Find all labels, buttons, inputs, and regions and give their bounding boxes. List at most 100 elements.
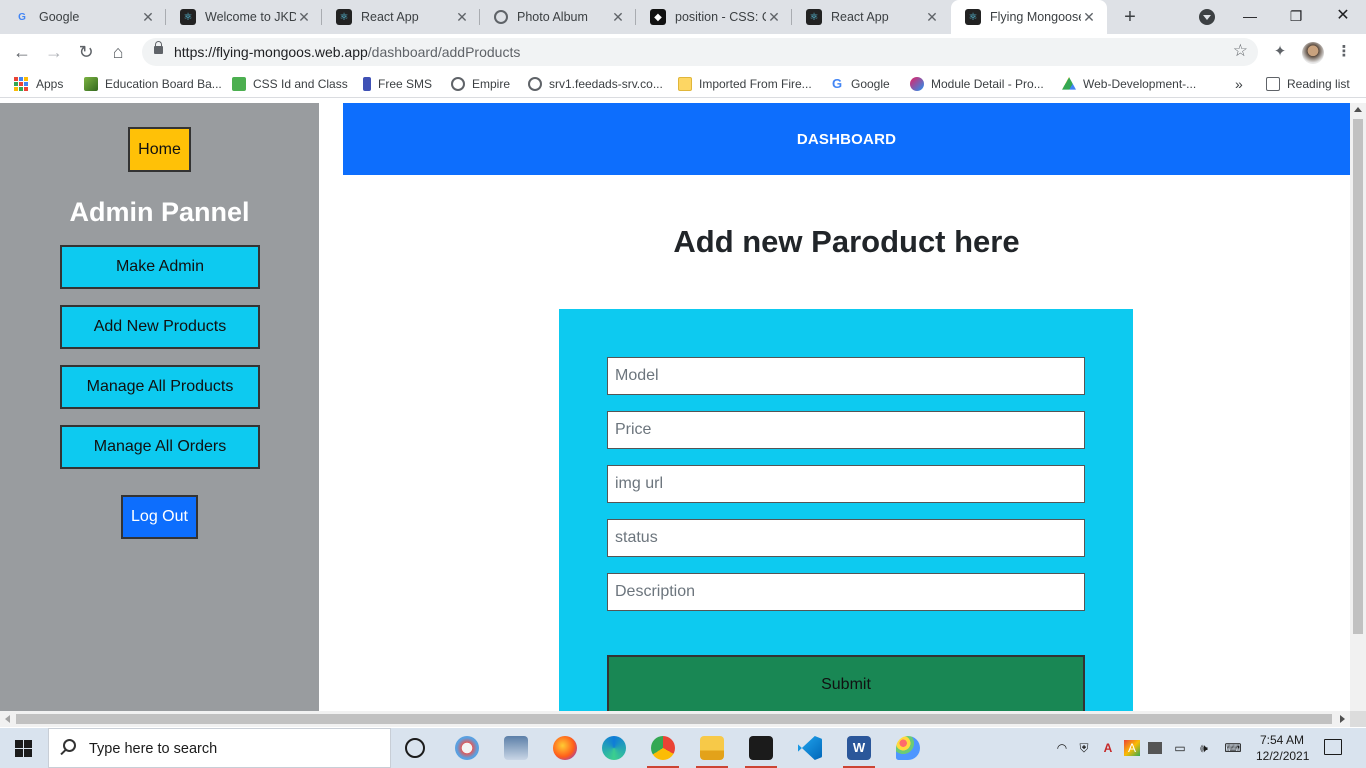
close-icon[interactable]: ✕ — [766, 9, 782, 26]
bookmark-folder[interactable]: Imported From Fire... — [678, 75, 812, 93]
manage-all-products-button[interactable]: Manage All Products — [60, 365, 260, 409]
avatar[interactable] — [1302, 42, 1324, 64]
browser-tab[interactable]: G Google ✕ — [0, 0, 166, 34]
back-icon[interactable]: ← — [8, 38, 36, 66]
close-icon[interactable]: ✕ — [296, 9, 312, 26]
scroll-right-icon[interactable] — [1340, 715, 1345, 723]
search-icon — [63, 739, 76, 752]
task-view-icon[interactable] — [405, 738, 425, 758]
google-drive-icon — [1062, 77, 1076, 90]
scroll-left-icon[interactable] — [5, 715, 10, 723]
network-app-icon[interactable] — [504, 736, 528, 760]
vscode-icon[interactable] — [798, 736, 822, 760]
globe-icon — [528, 77, 542, 91]
codepen-icon: ◆ — [650, 9, 666, 25]
restore-button[interactable]: ❐ — [1273, 0, 1319, 34]
price-input[interactable] — [607, 411, 1085, 449]
page-viewport: Home Admin Pannel Make Admin Add New Pro… — [0, 103, 1350, 711]
scrollbar-thumb[interactable] — [1353, 119, 1363, 634]
globe-icon — [494, 10, 508, 24]
img-url-input[interactable] — [607, 465, 1085, 503]
system-clock[interactable]: 7:54 AM 12/2/2021 — [1256, 732, 1309, 764]
react-icon: ⚛ — [336, 9, 352, 25]
browser-tab-active[interactable]: ⚛ Flying Mongoose ✕ — [951, 0, 1107, 34]
chrome-icon[interactable] — [647, 736, 679, 768]
close-window-button[interactable]: ✕ — [1320, 0, 1366, 34]
menu-kebab-icon[interactable]: ⋮ — [1334, 42, 1354, 62]
scroll-up-icon[interactable] — [1354, 107, 1362, 112]
react-icon: ⚛ — [806, 9, 822, 25]
bookmark-item[interactable]: Education Board Ba... — [84, 75, 222, 93]
bookmark-apps[interactable]: Apps — [14, 75, 63, 93]
status-input[interactable] — [607, 519, 1085, 557]
close-icon[interactable]: ✕ — [140, 9, 156, 26]
edge-icon[interactable] — [602, 736, 626, 760]
add-new-products-button[interactable]: Add New Products — [60, 305, 260, 349]
browser-tab[interactable]: ⚛ Welcome to JKD's ✕ — [166, 0, 322, 34]
bookmark-favicon-icon — [84, 77, 98, 91]
add-product-form: Submit — [559, 309, 1133, 711]
browser-tab[interactable]: ◆ position - CSS: Ca ✕ — [636, 0, 792, 34]
dashboard-title: DASHBOARD — [796, 130, 897, 148]
app-tray-icon[interactable]: A — [1124, 740, 1140, 756]
manage-all-orders-button[interactable]: Manage All Orders — [60, 425, 260, 469]
browser-tab[interactable]: ⚛ React App ✕ — [792, 0, 950, 34]
logout-button[interactable]: Log Out — [121, 495, 198, 539]
terminal-icon[interactable] — [745, 736, 777, 768]
folder-icon — [678, 77, 692, 91]
home-button[interactable]: Home — [128, 127, 191, 172]
globe-icon — [451, 77, 465, 91]
battery-icon[interactable]: ▭ — [1172, 740, 1188, 756]
extensions-icon[interactable]: ✦ — [1270, 42, 1290, 62]
bookmark-item[interactable]: Empire — [451, 75, 510, 93]
bookmark-star-icon[interactable]: ☆ — [1233, 41, 1248, 61]
submit-button[interactable]: Submit — [607, 655, 1085, 711]
dashboard-header: DASHBOARD — [343, 103, 1350, 175]
bookmark-item[interactable]: srv1.feedads-srv.co... — [528, 75, 663, 93]
volume-icon[interactable]: 🕪 — [1196, 740, 1212, 756]
make-admin-button[interactable]: Make Admin — [60, 245, 260, 289]
scrollbar-thumb[interactable] — [16, 714, 1332, 724]
taskbar-search[interactable]: Type here to search — [48, 728, 391, 768]
notification-icon[interactable] — [1324, 739, 1342, 755]
close-icon[interactable]: ✕ — [1081, 9, 1097, 26]
address-bar[interactable]: https://flying-mongoos.web.app/dashboard… — [142, 38, 1258, 66]
tab-search-icon[interactable] — [1199, 9, 1215, 25]
react-icon: ⚛ — [180, 9, 196, 25]
browser-tab[interactable]: ⚛ React App ✕ — [322, 0, 480, 34]
browser-tab[interactable]: Photo Album ✕ — [480, 0, 636, 34]
bookmark-item[interactable]: Web-Development-... — [1062, 75, 1196, 93]
reload-icon[interactable]: ↻ — [72, 38, 100, 66]
windows-start-icon[interactable] — [15, 740, 32, 757]
file-explorer-icon[interactable] — [696, 736, 728, 768]
bookmark-item[interactable]: G Google — [830, 75, 890, 93]
bookmark-item[interactable]: CSS Id and Class — [232, 75, 348, 93]
close-icon[interactable]: ✕ — [924, 9, 940, 26]
home-icon[interactable]: ⌂ — [104, 38, 132, 66]
tab-title: React App — [361, 10, 419, 24]
description-input[interactable] — [607, 573, 1085, 611]
model-input[interactable] — [607, 357, 1085, 395]
bookmark-item[interactable]: Module Detail - Pro... — [910, 75, 1044, 93]
word-icon[interactable]: W — [843, 736, 875, 768]
bookmarks-overflow-button[interactable]: » — [1235, 75, 1243, 93]
new-tab-button[interactable]: + — [1118, 4, 1142, 30]
snipping-tool-icon[interactable] — [455, 736, 479, 760]
close-icon[interactable]: ✕ — [454, 9, 470, 26]
horizontal-scrollbar[interactable] — [0, 711, 1350, 727]
firefox-icon[interactable] — [553, 736, 577, 760]
security-shield-icon[interactable]: ⛨ — [1076, 740, 1092, 756]
keyboard-icon[interactable]: ⌨ — [1222, 740, 1244, 756]
close-icon[interactable]: ✕ — [610, 9, 626, 26]
apps-grid-icon — [14, 77, 28, 91]
adobe-icon[interactable]: A — [1100, 740, 1116, 756]
reading-list-button[interactable]: Reading list — [1266, 75, 1350, 93]
bookmark-item[interactable]: Free SMS — [363, 75, 432, 93]
tab-title: React App — [831, 10, 889, 24]
wifi-icon[interactable]: ◠ — [1054, 740, 1070, 756]
display-icon[interactable] — [1148, 742, 1162, 754]
forward-icon[interactable]: → — [40, 38, 68, 66]
paint-icon[interactable] — [896, 736, 920, 760]
vertical-scrollbar[interactable] — [1350, 103, 1366, 711]
minimize-button[interactable]: — — [1227, 0, 1273, 34]
